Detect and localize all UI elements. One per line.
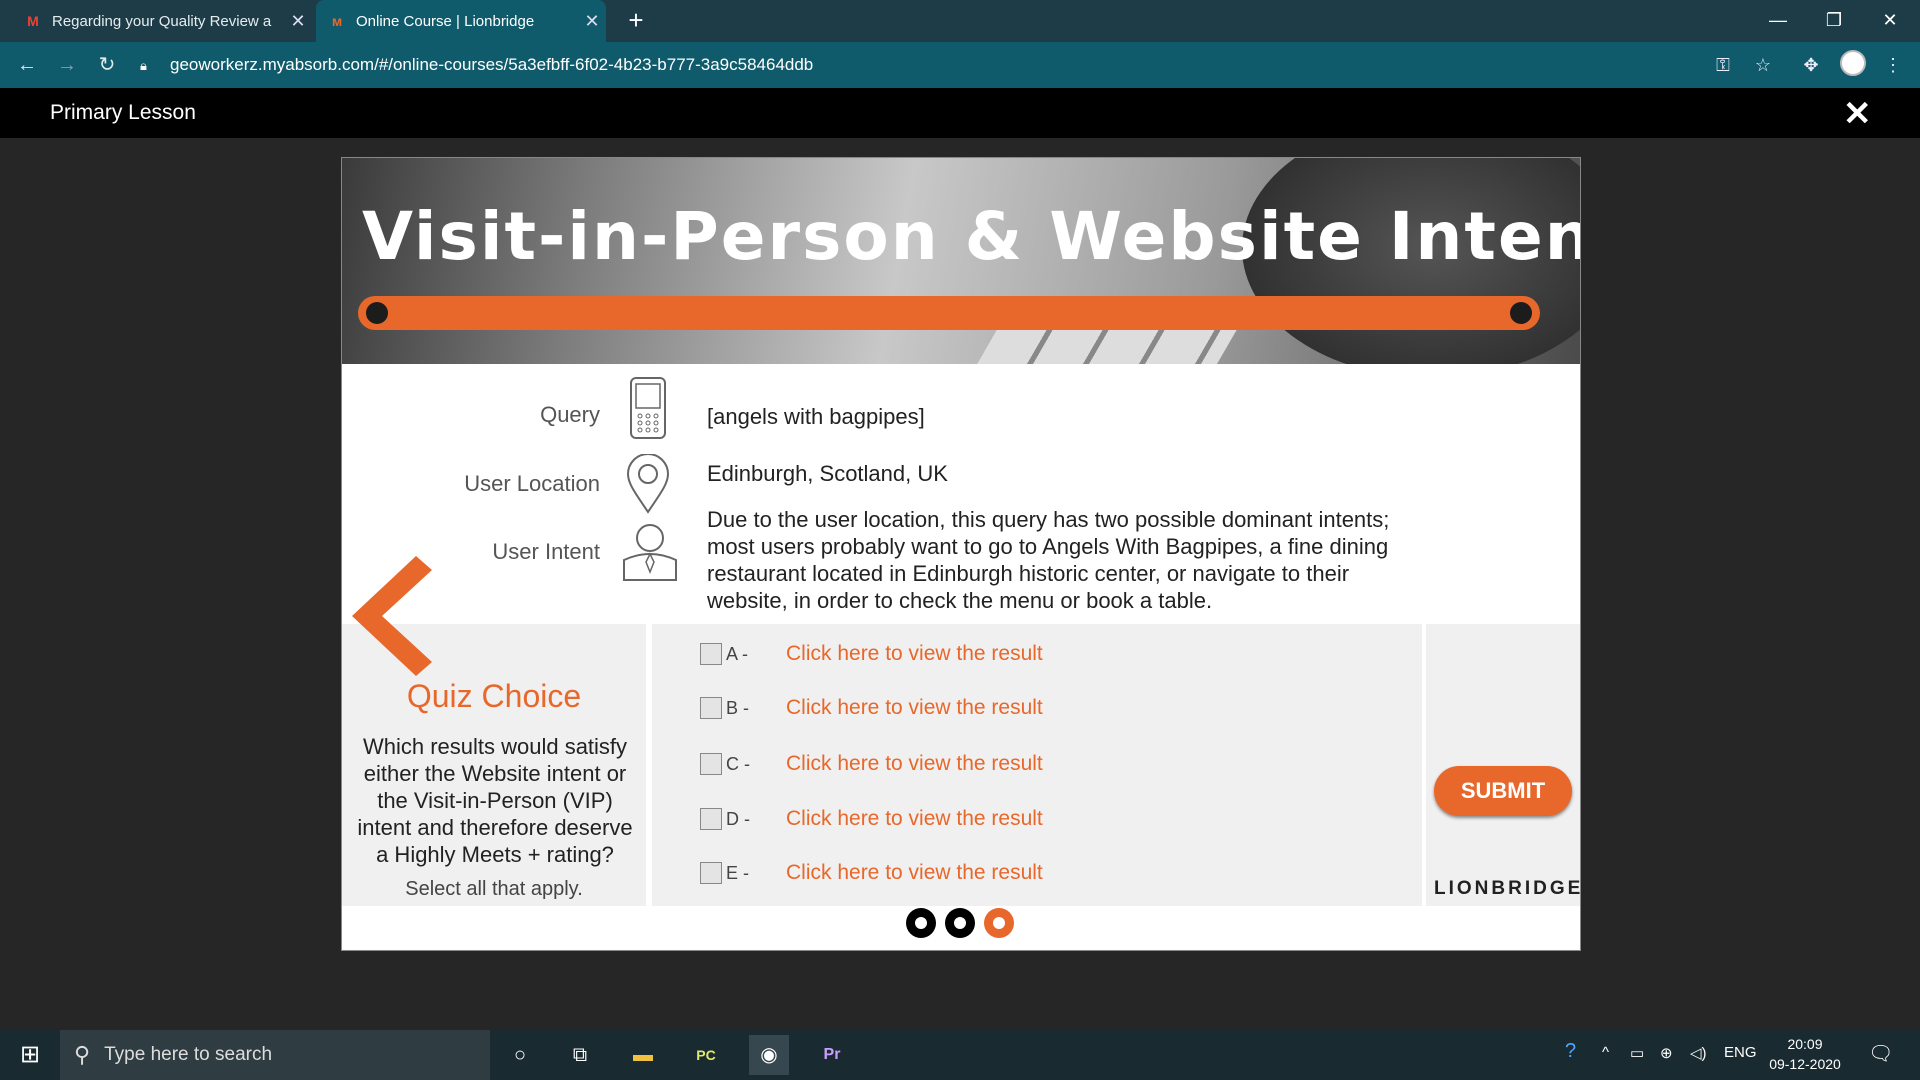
progress-bar (358, 296, 1540, 330)
taskbar-search[interactable]: ⚲ Type here to search (60, 1030, 490, 1080)
option-letter: C - (726, 753, 750, 774)
network-icon[interactable]: ⊕ (1660, 1044, 1673, 1062)
checkbox[interactable] (700, 862, 722, 884)
windows-start-icon[interactable]: ⊞ (0, 1030, 60, 1080)
close-icon[interactable]: ✕ (1843, 94, 1872, 134)
banner: Visit-in-Person & Website Intents (342, 158, 1580, 364)
task-view-icon[interactable]: ⧉ (560, 1035, 600, 1075)
gmail-icon: M (27, 13, 39, 29)
intent-value: Due to the user location, this query has… (707, 507, 1390, 613)
view-result-link[interactable]: Click here to view the result (786, 861, 1043, 885)
location-value: Edinburgh, Scotland, UK (707, 461, 948, 486)
tab-close-icon[interactable]: ✕ (284, 11, 312, 32)
tab-strip: M Regarding your Quality Review a ✕ ᴍ On… (0, 0, 1920, 42)
key-icon[interactable]: ⚿ (1708, 50, 1738, 80)
menu-icon[interactable]: ⋮ (1878, 50, 1908, 80)
tab-gmail[interactable]: M Regarding your Quality Review a ✕ (12, 0, 312, 42)
phone-icon (630, 377, 666, 439)
view-result-link[interactable]: Click here to view the result (786, 752, 1043, 776)
help-icon[interactable]: ? (1565, 1040, 1576, 1063)
file-explorer-icon[interactable]: ▬ (623, 1035, 663, 1075)
quiz-title: Quiz Choice (406, 678, 582, 714)
restore-icon[interactable]: ❐ (1806, 0, 1862, 40)
lock-icon: 🔒︎ (140, 58, 147, 73)
lesson-slide: Visit-in-Person & Website Intents Query … (341, 157, 1581, 951)
tab-title: Regarding your Quality Review a (52, 12, 272, 30)
query-label: Query (540, 402, 600, 427)
view-result-link[interactable]: Click here to view the result (786, 696, 1043, 720)
option-b: B - Click here to view the result (700, 695, 1043, 721)
bar-dot (1510, 302, 1532, 324)
option-letter: E - (726, 862, 750, 883)
language-indicator[interactable]: ENG (1724, 1044, 1757, 1061)
tab-title: Online Course | Lionbridge (356, 12, 535, 30)
location-pin-icon (626, 454, 670, 514)
lionbridge-logo: LIONBRIDGE (1434, 878, 1584, 899)
option-letter: A - (726, 643, 749, 664)
clock-time: 20:09 (1787, 1036, 1823, 1052)
battery-icon[interactable]: ▭ (1630, 1044, 1644, 1062)
cortana-icon[interactable]: ○ (500, 1035, 540, 1075)
back-arrow-icon[interactable] (352, 556, 442, 676)
premiere-icon[interactable]: Pr (812, 1035, 852, 1075)
clock-date: 09-12-2020 (1769, 1056, 1841, 1072)
taskbar-clock[interactable]: 20:09 09-12-2020 (1760, 1034, 1850, 1074)
reload-icon[interactable]: ↻ (92, 50, 122, 80)
forward-icon[interactable]: → (52, 50, 82, 80)
lesson-title: Primary Lesson (50, 101, 196, 124)
checkbox[interactable] (700, 808, 722, 830)
checkbox[interactable] (700, 753, 722, 775)
checkbox[interactable] (700, 643, 722, 665)
view-result-link[interactable]: Click here to view the result (786, 642, 1043, 666)
chrome-icon[interactable]: ◉ (749, 1035, 789, 1075)
pager-dot-1[interactable] (906, 908, 936, 938)
option-d: D - Click here to view the result (700, 806, 1043, 832)
taskbar: ⊞ ⚲ Type here to search ○ ⧉ ▬ PC ◉ Pr ? … (0, 1030, 1920, 1080)
quiz-question: Which results would satisfy either the W… (357, 734, 633, 867)
user-icon (623, 524, 677, 581)
checkbox[interactable] (700, 697, 722, 719)
notifications-icon[interactable]: 🗨︎ (1868, 1041, 1893, 1066)
back-icon[interactable]: ← (12, 50, 42, 80)
volume-icon[interactable]: ◁) (1690, 1044, 1707, 1062)
pager-dot-2[interactable] (945, 908, 975, 938)
bar-dot (366, 302, 388, 324)
option-letter: B - (726, 697, 750, 718)
option-e: E - Click here to view the result (700, 860, 1043, 886)
view-result-link[interactable]: Click here to view the result (786, 807, 1043, 831)
new-tab-button[interactable]: + (622, 6, 650, 34)
pager-dot-3[interactable] (984, 908, 1014, 938)
tab-online-course[interactable]: ᴍ Online Course | Lionbridge ✕ (316, 0, 606, 42)
avatar[interactable] (1840, 50, 1866, 76)
search-icon: ⚲ (74, 1042, 91, 1067)
lesson-header: Primary Lesson ✕ (0, 88, 1920, 138)
tab-close-icon[interactable]: ✕ (578, 11, 606, 32)
absorb-icon: ᴍ (331, 13, 343, 29)
chevron-up-icon[interactable]: ^ (1602, 1044, 1609, 1061)
address-bar[interactable]: 🔒︎ geoworkerz.myabsorb.com/#/online-cour… (140, 48, 1680, 82)
pycharm-icon[interactable]: PC (686, 1035, 726, 1075)
quiz-instruction: Select all that apply. (405, 878, 583, 900)
extensions-icon[interactable]: ✥ (1796, 50, 1826, 80)
query-value: [angels with bagpipes] (707, 404, 925, 429)
url-text: geoworkerz.myabsorb.com/#/online-courses… (170, 55, 814, 74)
browser-toolbar: ← → ↻ 🔒︎ geoworkerz.myabsorb.com/#/onlin… (0, 42, 1920, 88)
submit-button[interactable]: SUBMIT (1434, 766, 1572, 816)
option-c: C - Click here to view the result (700, 751, 1043, 777)
location-label: User Location (464, 471, 600, 496)
banner-title: Visit-in-Person & Website Intents (362, 198, 1580, 275)
search-placeholder: Type here to search (104, 1044, 273, 1065)
option-a: A - Click here to view the result (700, 641, 1043, 667)
option-letter: D - (726, 808, 750, 829)
minimize-icon[interactable]: — (1750, 0, 1806, 40)
star-icon[interactable]: ☆ (1748, 50, 1778, 80)
submit-panel (1426, 624, 1580, 906)
window-close-icon[interactable]: ✕ (1862, 0, 1918, 40)
